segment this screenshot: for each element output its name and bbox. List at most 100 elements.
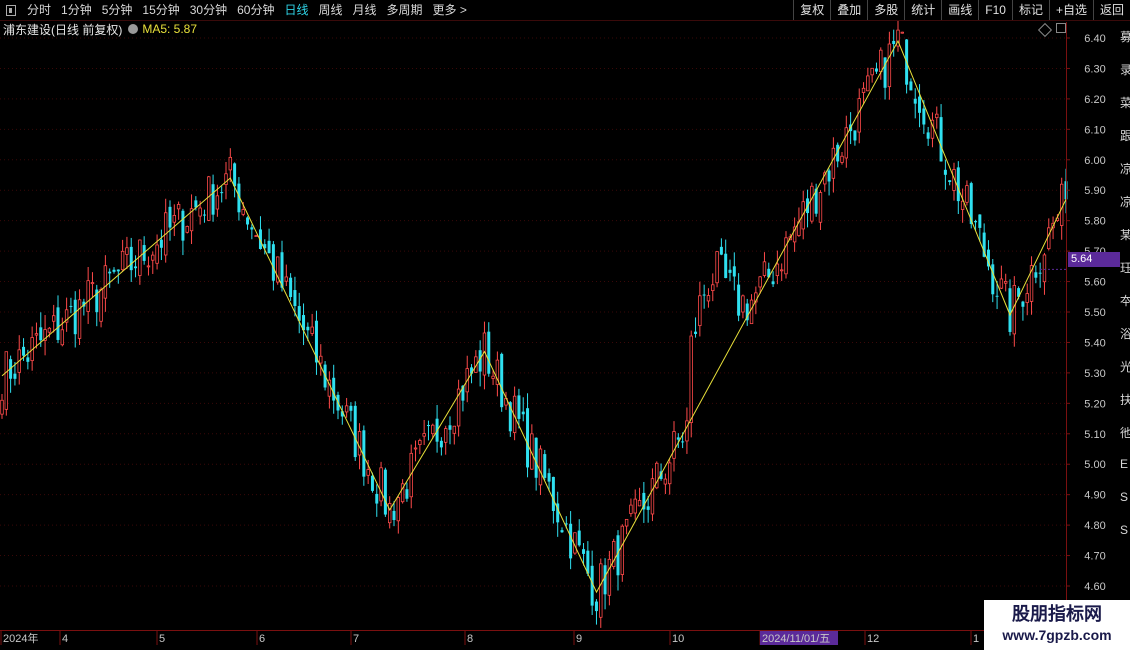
candle-body-up [310, 326, 314, 334]
candle-body-up [146, 265, 151, 268]
diamond-icon[interactable] [1037, 22, 1053, 38]
candle-body-up [538, 448, 543, 486]
tab-5[interactable]: 60分钟 [232, 0, 279, 20]
side-panel-char: 菜 [1120, 96, 1130, 110]
candle-body-up [749, 299, 754, 325]
candle-body-up [185, 226, 189, 233]
x-tick-label: 2024/11/01/五 [762, 633, 830, 645]
toolbar-button-1[interactable]: 叠加 [830, 0, 867, 20]
candle-body-up [866, 75, 870, 92]
candle-body-up [663, 478, 668, 485]
side-panel-char: 跟 [1120, 129, 1130, 143]
candle-body-up [1042, 254, 1047, 283]
side-panel-char: 彵 [1120, 426, 1130, 440]
candle-body-down [732, 266, 736, 277]
candle-body-down [547, 473, 551, 482]
candle-body-down [728, 269, 732, 273]
candle-body-up [840, 155, 844, 163]
candle-body-down [534, 437, 538, 478]
x-tick-label: 2024年 [3, 631, 38, 645]
candle-body-down [1008, 288, 1012, 332]
candle-body-up [810, 185, 814, 222]
candle-body-down [853, 130, 857, 141]
candle-body-up [861, 87, 866, 93]
candle-body-down [39, 327, 43, 341]
candle-body-down [909, 81, 913, 91]
indicator-settings-icon[interactable] [128, 24, 139, 34]
candle-body-up [452, 425, 457, 434]
date-axis: 2024年 4 5 6 7 8 9 10 2024/11/01/五 12 1 [0, 630, 979, 645]
tab-1[interactable]: 1分钟 [56, 0, 97, 20]
candle-body-down [267, 240, 271, 254]
candle-body-down [694, 331, 698, 334]
candle-body-down [874, 68, 878, 72]
y-tick-label: 4.60 [1084, 581, 1105, 593]
tab-6[interactable]: 日线 [279, 0, 313, 20]
candle-body-down [392, 510, 396, 521]
candle-body-up [176, 204, 181, 210]
side-panel-char: 凉 [1120, 195, 1130, 209]
toolbar-button-8[interactable]: 返回 [1092, 0, 1130, 20]
tab-7[interactable]: 周线 [313, 0, 347, 20]
candle-body-down [349, 405, 353, 411]
candle-body-down [129, 246, 133, 271]
candlestick-chart[interactable]: 6.406.306.206.106.005.905.805.705.605.50… [0, 0, 1130, 650]
candle-body-up [207, 176, 211, 221]
tab-10[interactable]: 更多 > [428, 0, 472, 20]
candle-body-up [935, 113, 939, 119]
side-panel-char: 夲 [1120, 294, 1130, 308]
candle-body-up [1003, 280, 1008, 284]
candle-body-up [689, 335, 693, 423]
tab-3[interactable]: 15分钟 [137, 0, 184, 20]
candle-body-down [250, 227, 254, 230]
side-panel-char: E [1120, 457, 1129, 471]
candle-body-up [431, 424, 435, 435]
candle-body-down [293, 290, 297, 307]
window-icon[interactable] [1056, 23, 1066, 33]
candle-body-up [900, 31, 905, 34]
candle-body-up [120, 250, 125, 271]
candle-body-down [948, 180, 952, 183]
candle-body-up [418, 440, 422, 446]
side-panel-char: S [1120, 490, 1129, 504]
candle-body-up [831, 147, 836, 179]
watermark: 股朋指标网 www.7gpzb.com [984, 600, 1130, 650]
toolbar-button-6[interactable]: 标记 [1011, 0, 1049, 20]
panel-toggle-icon[interactable] [6, 4, 16, 16]
candle-body-down [702, 294, 706, 296]
tab-9[interactable]: 多周期 [382, 0, 428, 20]
candle-body-up [103, 265, 108, 299]
toolbar-button-7[interactable]: +自选 [1048, 0, 1093, 20]
toolbar-button-2[interactable]: 多股 [867, 0, 904, 20]
candle-body-down [426, 425, 430, 427]
candle-body-up [775, 263, 780, 277]
candle-body-up [999, 278, 1004, 289]
candle-body-down [13, 373, 17, 379]
candle-body-down [517, 395, 521, 419]
toolbar-button-0[interactable]: 复权 [793, 0, 830, 20]
candle-body-down [551, 476, 555, 511]
candle-body-up [344, 405, 349, 413]
y-tick-label: 5.80 [1084, 216, 1105, 228]
candle-body-up [172, 215, 177, 223]
candles [0, 16, 1068, 628]
candle-body-down [918, 96, 922, 113]
y-tick-label: 6.00 [1084, 155, 1105, 167]
tab-2[interactable]: 5分钟 [97, 0, 138, 20]
tab-0[interactable]: 分时 [22, 0, 56, 20]
watermark-site-name: 股朋指标网 [1012, 604, 1102, 624]
toolbar-button-4[interactable]: 画线 [941, 0, 978, 20]
x-tick-label: 5 [159, 633, 165, 645]
right-side-panel-strip[interactable]: 募录菜跟凉凉某珏夲浴光扶彵ESS [1120, 22, 1130, 628]
candle-body-down [827, 170, 831, 182]
tab-4[interactable]: 30分钟 [185, 0, 232, 20]
candle-body-down [577, 530, 581, 546]
tab-8[interactable]: 月线 [348, 0, 382, 20]
toolbar-button-3[interactable]: 统计 [904, 0, 941, 20]
toolbar-button-5[interactable]: F10 [978, 0, 1012, 20]
side-panel-char: 某 [1120, 228, 1130, 242]
candle-body-down [108, 271, 112, 274]
candle-body-up [762, 261, 767, 276]
price-axis: 6.406.306.206.106.005.905.805.705.605.50… [0, 22, 1106, 631]
ma5-value: MA5: 5.87 [142, 22, 198, 36]
